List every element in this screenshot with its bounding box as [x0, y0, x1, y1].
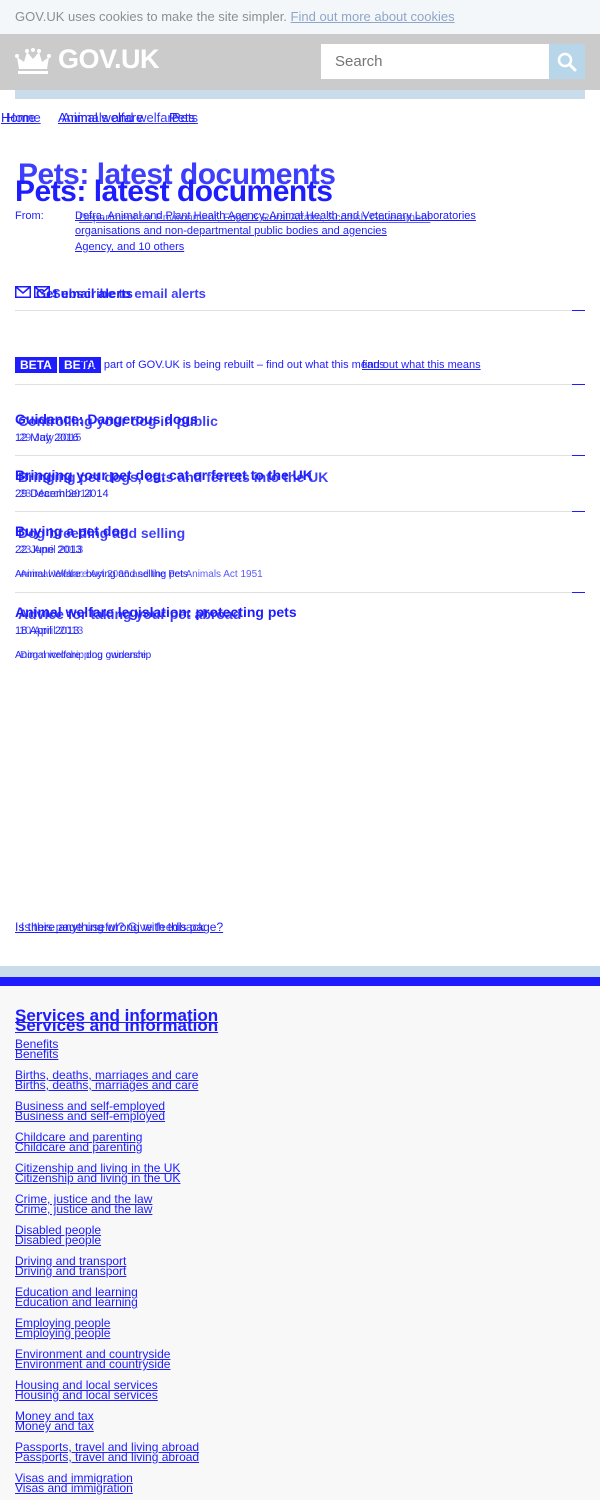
- divider-tick-right: [572, 310, 585, 311]
- footer-link-duplicate[interactable]: Disabled people: [15, 1233, 101, 1247]
- document-date: 10 April 2013: [19, 625, 84, 637]
- footer-link-duplicate[interactable]: Citizenship and living in the UK: [15, 1171, 180, 1185]
- divider-tick-right: [572, 455, 585, 456]
- divider-tick-right: [572, 511, 585, 512]
- divider: [15, 310, 585, 311]
- email-icon: [15, 286, 31, 298]
- divider: [15, 511, 585, 512]
- breadcrumb-pets-alt[interactable]: Pets: [172, 110, 198, 125]
- document-date: 23 March 2014: [19, 488, 93, 500]
- footer-blue-stripe: [0, 977, 600, 986]
- beta-info-link[interactable]: find out what this means: [362, 359, 481, 371]
- search-input[interactable]: [321, 44, 549, 79]
- document-date: 29 July 2015: [19, 432, 82, 444]
- header-underline: [15, 90, 585, 99]
- divider: [15, 455, 585, 456]
- cookie-banner: GOV.UK uses cookies to make the site sim…: [0, 0, 600, 34]
- divider: [15, 592, 585, 593]
- breadcrumb-home-alt[interactable]: Home: [6, 110, 41, 125]
- footer-link-duplicate[interactable]: Employing people: [15, 1326, 110, 1340]
- footer-link-duplicate[interactable]: Business and self-employed: [15, 1109, 165, 1123]
- document-title-link[interactable]: Controlling your dog in public: [18, 413, 218, 429]
- cookie-info-link[interactable]: Find out more about cookies: [291, 9, 455, 24]
- footer-link-duplicate[interactable]: Crime, justice and the law: [15, 1202, 152, 1216]
- document-description: Animal Welfare Act 2006 and the Pet Anim…: [20, 569, 263, 580]
- footer-link-duplicate[interactable]: Money and tax: [15, 1419, 94, 1433]
- cookie-text: GOV.UK uses cookies to make the site sim…: [15, 9, 287, 24]
- footer-link-duplicate[interactable]: Childcare and parenting: [15, 1140, 142, 1154]
- footer-link-duplicate[interactable]: Driving and transport: [15, 1264, 126, 1278]
- footer-link-duplicate[interactable]: Benefits: [15, 1047, 58, 1061]
- footer-link-duplicate[interactable]: Visas and immigration: [15, 1481, 133, 1495]
- search-icon: [557, 52, 577, 72]
- site-header: GOV.UK: [0, 34, 600, 90]
- from-org-link-2[interactable]: organisations and non-departmental publi…: [75, 225, 387, 237]
- feedback-link-alt[interactable]: Is this page useful? Give feedback: [21, 920, 204, 934]
- footer-link-duplicate[interactable]: Passports, travel and living abroad: [15, 1450, 199, 1464]
- subscribe-alerts-link[interactable]: Subscribe to email alerts: [52, 286, 206, 301]
- from-org-link-3[interactable]: Agency, and 10 others: [75, 241, 184, 253]
- beta-badge: BETA: [15, 357, 57, 373]
- document-title-link[interactable]: Advice for taking your pet abroad: [18, 606, 241, 622]
- divider-tick-right: [572, 592, 585, 593]
- beta-message: This part of GOV.UK is being rebuilt – f…: [80, 359, 385, 371]
- from-org-link-4[interactable]: Department for Environment, Food & Rural…: [79, 212, 430, 224]
- page-title-overlay: Pets: latest documents: [18, 158, 336, 191]
- crown-logo-icon: [15, 48, 51, 74]
- footer-heading-duplicate[interactable]: Services and information: [15, 1016, 218, 1036]
- divider: [15, 384, 585, 385]
- document-date: 23 April 2013: [19, 544, 84, 556]
- breadcrumb-animals-welfare[interactable]: Animals and welfare: [62, 110, 179, 125]
- footer-link-duplicate[interactable]: Births, deaths, marriages and care: [15, 1078, 198, 1092]
- govuk-logo[interactable]: GOV.UK: [58, 44, 160, 75]
- search-button[interactable]: [549, 44, 585, 79]
- document-title-link[interactable]: Bringing pet dogs, cats and ferrets into…: [18, 469, 328, 485]
- cookie-message: GOV.UK uses cookies to make the site sim…: [15, 9, 455, 24]
- footer-link-duplicate[interactable]: Environment and countryside: [15, 1357, 170, 1371]
- document-description: Dog microchipping guidance: [20, 650, 147, 661]
- footer-top-stripe: [0, 966, 600, 977]
- from-label: From:: [15, 210, 44, 222]
- footer-link-duplicate[interactable]: Education and learning: [15, 1295, 138, 1309]
- divider-tick-right: [572, 384, 585, 385]
- document-title-link[interactable]: Dog breeding and selling: [18, 525, 185, 541]
- footer-link-duplicate[interactable]: Housing and local services: [15, 1388, 158, 1402]
